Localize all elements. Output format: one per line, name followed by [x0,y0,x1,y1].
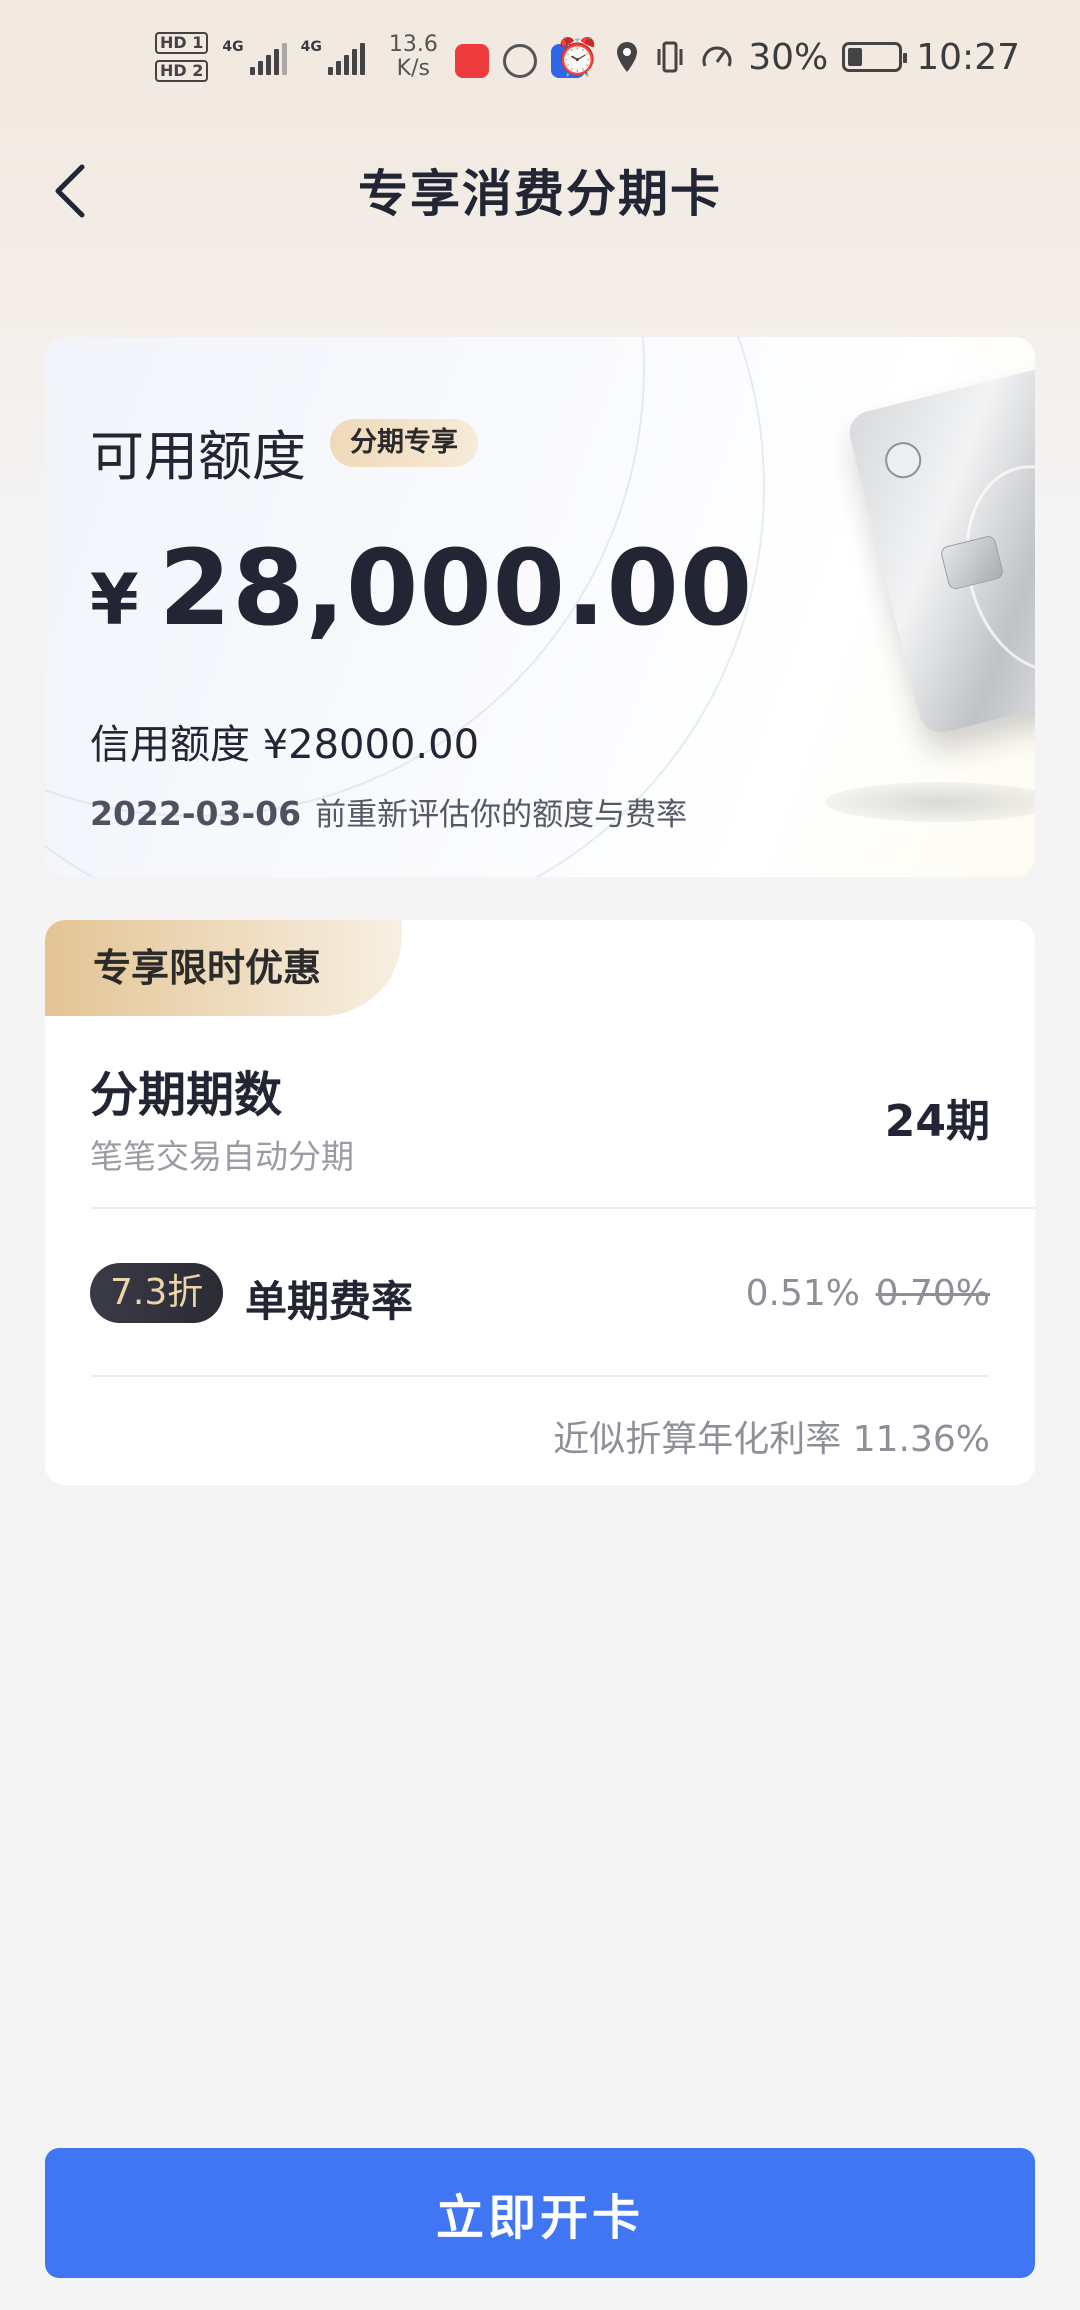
open-card-button[interactable]: 立即开卡 [45,2148,1035,2278]
battery-icon [842,42,908,72]
clock: 10:27 [916,36,1020,78]
page-title: 专享消费分期卡 [358,165,722,223]
signal-1-icon: 4G [222,39,287,75]
discount-badge: 7.3折 [90,1263,224,1323]
credit-limit-card: 可用额度 分期专享 ¥ 28,000.00 信用额度 ¥28000.00 202… [45,337,1035,877]
original-rate: 0.70% [875,1273,990,1314]
amount-value: 28,000.00 [158,527,754,649]
divider [90,1207,1035,1209]
reevaluation-note: 2022-03-06 前重新评估你的额度与费率 [90,789,687,834]
huawei-appgallery-icon [455,44,489,78]
bank-card-image [845,349,1035,738]
bank-logo-icon [881,438,926,483]
available-limit-label: 可用额度 [90,425,306,488]
speedometer-icon [702,46,732,67]
installment-term-label: 分期期数 [90,1067,283,1123]
rate-label: 单期费率 [245,1277,414,1326]
page: HD 1 HD 2 4G 4G 13.6 K/s ⏰ 30% 10:27 专享消… [0,0,1080,2310]
reevaluation-date: 2022-03-06 [90,794,302,833]
available-amount: ¥ 28,000.00 [90,527,753,649]
system-indicators: ⏰ 30% 10:27 [555,36,1020,79]
reevaluation-text: 前重新评估你的额度与费率 [315,797,688,833]
network-indicators: HD 1 HD 2 4G 4G 13.6 K/s [155,32,438,82]
divider [90,1375,990,1377]
alarm-icon: ⏰ [555,37,601,78]
hd1-icon: HD 1 [155,32,209,54]
hand-icon [503,44,537,78]
battery-percent: 30% [748,36,829,78]
vibrate-icon [657,41,683,73]
promo-panel: 专享限时优惠 分期期数 笔笔交易自动分期 24期 7.3折 单期费率 0.51%… [45,920,1035,1485]
credit-line: 信用额度 ¥28000.00 [90,722,480,768]
installment-term-value: 24期 [884,1096,990,1147]
promo-tag: 专享限时优惠 [45,920,402,1016]
annual-rate: 近似折算年化利率 11.36% [553,1419,990,1460]
network-speed: 13.6 K/s [388,32,438,81]
installment-badge: 分期专享 [330,419,478,467]
current-rate: 0.51% [745,1273,860,1314]
nav-bar: 专享消费分期卡 [0,140,1080,240]
signal-2-icon: 4G [301,39,365,75]
currency-symbol: ¥ [90,559,139,641]
status-bar: HD 1 HD 2 4G 4G 13.6 K/s ⏰ 30% 10:27 [0,30,1080,100]
installment-term-desc: 笔笔交易自动分期 [90,1137,354,1176]
hd2-icon: HD 2 [155,60,209,82]
location-icon [617,42,638,72]
